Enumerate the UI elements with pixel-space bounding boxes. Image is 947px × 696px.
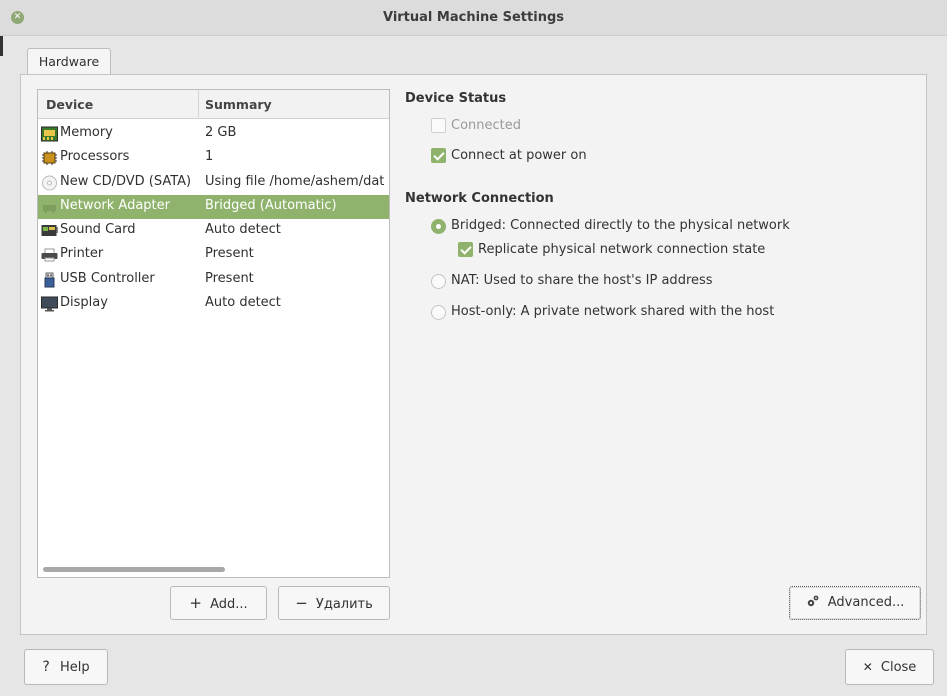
column-separator [198, 90, 199, 119]
device-summary: Present [205, 270, 254, 286]
plus-icon: + [189, 594, 202, 612]
replicate-state-checkbox[interactable] [458, 242, 473, 257]
nat-radio[interactable] [431, 274, 446, 289]
sound-card-icon [41, 223, 58, 239]
device-status-title: Device Status [405, 91, 507, 106]
window-edge [0, 36, 3, 56]
connected-checkbox[interactable] [431, 118, 446, 133]
remove-button[interactable]: − Удалить [278, 586, 390, 620]
bridged-label: Bridged: Connected directly to the physi… [451, 218, 790, 233]
device-name: Memory [60, 125, 113, 140]
remove-button-label: Удалить [315, 597, 373, 612]
device-row-cd-dvd[interactable]: New CD/DVD (SATA) Using file /home/ashem… [38, 171, 389, 195]
usb-icon [41, 272, 58, 288]
close-button-label: Close [880, 660, 917, 675]
processor-icon [41, 150, 58, 166]
device-summary: 2 GB [205, 125, 237, 140]
column-edge [389, 122, 390, 562]
display-icon [41, 296, 58, 312]
device-name: Printer [60, 246, 104, 262]
add-button[interactable]: + Add... [170, 586, 267, 620]
device-row-processors[interactable]: Processors 1 [38, 146, 389, 170]
device-summary: Auto detect [205, 295, 281, 311]
device-name: USB Controller [60, 270, 155, 286]
title-bar: ✕ Virtual Machine Settings [0, 0, 947, 36]
memory-icon [41, 126, 58, 142]
device-summary: Bridged (Automatic) [205, 197, 337, 213]
advanced-button-label: Advanced... [827, 595, 905, 610]
help-icon: ? [42, 659, 50, 675]
device-summary: Present [205, 246, 254, 262]
column-header-summary[interactable]: Summary [205, 97, 272, 112]
tab-hardware[interactable]: Hardware [27, 48, 111, 75]
replicate-state-label: Replicate physical network connection st… [478, 242, 766, 257]
printer-icon [41, 247, 58, 263]
network-icon [41, 199, 58, 215]
device-name: Display [60, 295, 108, 311]
cdrom-icon [41, 175, 58, 191]
minus-icon: − [295, 594, 308, 612]
host-only-label: Host-only: A private network shared with… [451, 304, 775, 319]
device-name: New CD/DVD (SATA) [60, 173, 192, 189]
help-button[interactable]: ? Help [24, 649, 108, 685]
device-row-printer[interactable]: Printer Present [38, 243, 389, 267]
bridged-radio[interactable] [431, 219, 446, 234]
list-header: Device Summary [38, 90, 389, 119]
device-name: Network Adapter [60, 197, 170, 213]
device-name: Sound Card [60, 222, 136, 238]
column-header-device[interactable]: Device [46, 97, 93, 112]
device-row-network-adapter[interactable]: Network Adapter Bridged (Automatic) [38, 194, 389, 220]
device-name: Processors [60, 149, 130, 165]
help-button-label: Help [59, 660, 90, 675]
device-list[interactable]: Device Summary Memory 2 GB Processors 1 … [37, 89, 390, 578]
close-button[interactable]: ✕ Close [845, 649, 934, 685]
device-summary: Using file /home/ashem/dat [205, 173, 385, 189]
connect-at-power-on-checkbox[interactable] [431, 148, 446, 163]
advanced-button[interactable]: Advanced... [789, 586, 921, 620]
device-row-sound-card[interactable]: Sound Card Auto detect [38, 219, 389, 243]
network-connection-title: Network Connection [405, 191, 554, 206]
device-summary: Auto detect [205, 222, 281, 238]
device-row-usb-controller[interactable]: USB Controller Present [38, 268, 389, 292]
device-row-memory[interactable]: Memory 2 GB [38, 122, 389, 146]
device-summary: 1 [205, 149, 214, 165]
list-rows: Memory 2 GB Processors 1 New CD/DVD (SAT… [38, 122, 389, 316]
connected-label: Connected [451, 118, 522, 133]
window-title: Virtual Machine Settings [382, 10, 564, 25]
host-only-radio[interactable] [431, 305, 446, 320]
add-button-label: Add... [210, 597, 248, 612]
nat-label: NAT: Used to share the host's IP address [451, 273, 713, 288]
gears-icon [806, 595, 824, 610]
device-row-display[interactable]: Display Auto detect [38, 292, 389, 316]
horizontal-scrollbar[interactable] [43, 567, 225, 572]
connect-at-power-on-label: Connect at power on [451, 148, 587, 163]
close-icon: ✕ [862, 660, 873, 674]
